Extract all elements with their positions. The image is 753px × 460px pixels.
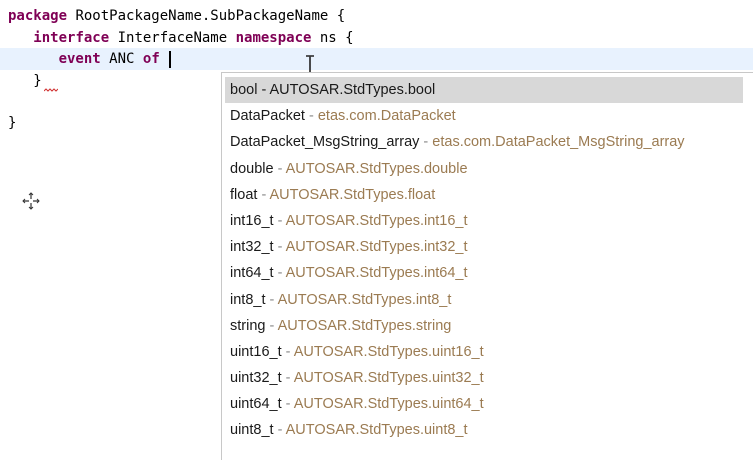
proposal-type: int32_t [230, 239, 274, 256]
proposal-separator: - [419, 134, 433, 151]
move-cursor-icon [22, 192, 40, 210]
proposal-type: double [230, 160, 274, 177]
proposal-separator: - [273, 265, 286, 282]
namespace-name: ns { [311, 30, 354, 46]
proposal-separator: - [257, 82, 270, 98]
proposal-separator: - [304, 108, 318, 125]
content-assist-popup[interactable]: bool - AUTOSAR.StdTypes.bool DataPacket -… [221, 72, 753, 460]
proposal-item-int32-t[interactable]: int32_t - AUTOSAR.StdTypes.int32_t [225, 234, 743, 260]
proposal-item-uint8-t[interactable]: uint8_t - AUTOSAR.StdTypes.uint8_t [225, 417, 743, 443]
proposal-qualifier: AUTOSAR.StdTypes.uint32_t [293, 370, 484, 387]
proposal-type: DataPacket_MsgString_array [230, 134, 420, 151]
proposal-type: uint16_t [230, 343, 282, 360]
keyword-of: of [142, 51, 160, 67]
text-caret [169, 50, 172, 68]
proposal-type: int8_t [230, 291, 266, 308]
proposal-list[interactable]: bool - AUTOSAR.StdTypes.bool DataPacket -… [222, 73, 753, 444]
proposal-type: bool [230, 82, 258, 98]
proposal-type: uint8_t [230, 422, 274, 439]
code-editor[interactable]: package RootPackageName.SubPackageName {… [0, 0, 753, 460]
keyword-interface: interface [33, 30, 110, 46]
proposal-separator: - [265, 317, 278, 334]
interface-name: InterfaceName [109, 30, 236, 46]
proposal-item-string[interactable]: string - AUTOSAR.StdTypes.string [225, 313, 743, 339]
proposal-qualifier: AUTOSAR.StdTypes.bool [269, 82, 436, 98]
proposal-item-uint32-t[interactable]: uint32_t - AUTOSAR.StdTypes.uint32_t [225, 365, 743, 391]
proposal-separator: - [281, 370, 294, 387]
proposal-type: int16_t [230, 212, 274, 229]
proposal-item-int16-t[interactable]: int16_t - AUTOSAR.StdTypes.int16_t [225, 208, 743, 234]
proposal-type: uint64_t [230, 396, 282, 413]
proposal-qualifier: AUTOSAR.StdTypes.uint8_t [285, 422, 468, 439]
proposal-separator: - [273, 160, 286, 177]
proposal-qualifier: etas.com.DataPacket_MsgString_array [432, 134, 685, 151]
proposal-type: uint32_t [230, 370, 282, 387]
trailing-space [160, 51, 168, 67]
proposal-qualifier: AUTOSAR.StdTypes.int32_t [285, 239, 468, 256]
closing-brace: } [8, 73, 42, 89]
keyword-package: package [8, 8, 68, 24]
package-name: RootPackageName.SubPackageName { [67, 8, 346, 24]
proposal-qualifier: AUTOSAR.StdTypes.uint64_t [293, 396, 484, 413]
proposal-item-float[interactable]: float - AUTOSAR.StdTypes.float [225, 182, 743, 208]
proposal-type: string [230, 317, 266, 334]
proposal-type: DataPacket [230, 108, 305, 125]
code-line-3[interactable]: event ANC of [8, 48, 172, 70]
proposal-separator: - [281, 396, 294, 413]
proposal-separator: - [273, 422, 286, 439]
code-line-2[interactable]: interface InterfaceName namespace ns { [8, 27, 354, 49]
error-squiggle-icon [44, 88, 58, 92]
proposal-qualifier: AUTOSAR.StdTypes.uint16_t [293, 343, 484, 360]
proposal-separator: - [265, 291, 278, 308]
code-line-1[interactable]: package RootPackageName.SubPackageName { [8, 5, 345, 27]
proposal-separator: - [273, 212, 286, 229]
code-line-4[interactable]: } [8, 70, 42, 92]
code-line-6[interactable]: } [8, 112, 16, 134]
closing-brace: } [8, 115, 17, 131]
event-name: ANC [100, 51, 143, 67]
proposal-separator: - [273, 239, 286, 256]
proposal-item-uint16-t[interactable]: uint16_t - AUTOSAR.StdTypes.uint16_t [225, 339, 743, 365]
proposal-qualifier: AUTOSAR.StdTypes.float [269, 186, 436, 203]
proposal-item-datapacket[interactable]: DataPacket - etas.com.DataPacket [225, 103, 743, 129]
proposal-item-int64-t[interactable]: int64_t - AUTOSAR.StdTypes.int64_t [225, 260, 743, 286]
proposal-qualifier: etas.com.DataPacket [317, 108, 456, 125]
proposal-qualifier: AUTOSAR.StdTypes.int64_t [285, 265, 468, 282]
proposal-qualifier: AUTOSAR.StdTypes.double [285, 160, 468, 177]
proposal-type: float [230, 186, 258, 203]
proposal-item-int8-t[interactable]: int8_t - AUTOSAR.StdTypes.int8_t [225, 287, 743, 313]
proposal-item-uint64-t[interactable]: uint64_t - AUTOSAR.StdTypes.uint64_t [225, 391, 743, 417]
proposal-item-bool[interactable]: bool - AUTOSAR.StdTypes.bool [225, 77, 743, 104]
keyword-event: event [58, 51, 101, 67]
proposal-qualifier: AUTOSAR.StdTypes.int16_t [285, 212, 468, 229]
proposal-item-double[interactable]: double - AUTOSAR.StdTypes.double [225, 156, 743, 182]
proposal-qualifier: AUTOSAR.StdTypes.string [277, 317, 452, 334]
proposal-separator: - [257, 186, 270, 203]
proposal-separator: - [281, 343, 294, 360]
proposal-type: int64_t [230, 265, 274, 282]
keyword-namespace: namespace [235, 30, 312, 46]
proposal-item-datapacket-msgstring-array[interactable]: DataPacket_MsgString_array - etas.com.Da… [225, 129, 743, 155]
proposal-qualifier: AUTOSAR.StdTypes.int8_t [277, 291, 452, 308]
